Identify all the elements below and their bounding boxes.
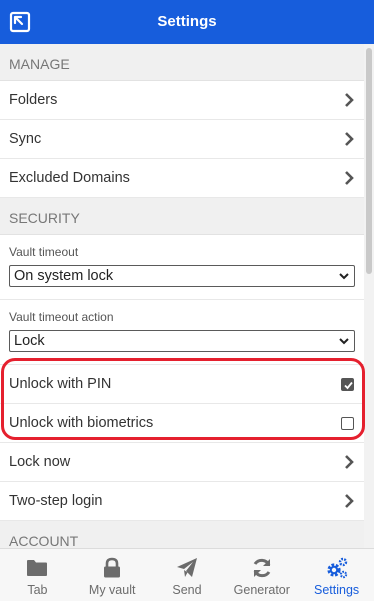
tab-tab[interactable]: Tab xyxy=(0,549,75,601)
paper-plane-icon xyxy=(176,558,197,577)
checkmark-icon xyxy=(344,381,353,390)
tab-my-vault[interactable]: My vault xyxy=(75,549,150,601)
settings-item-unlock-pin[interactable]: Unlock with PIN xyxy=(0,365,364,404)
tab-label: Settings xyxy=(314,583,360,597)
vault-timeout-action-value: Lock xyxy=(14,333,45,349)
section-heading-security: SECURITY xyxy=(0,198,364,235)
cogs-icon xyxy=(326,557,347,579)
folder-icon xyxy=(27,560,48,576)
tab-label: Generator xyxy=(233,583,290,597)
section-heading-account: ACCOUNT xyxy=(0,521,364,548)
item-label: Folders xyxy=(9,92,58,108)
settings-item-two-step-login[interactable]: Two-step login xyxy=(0,482,364,521)
item-label: Sync xyxy=(9,131,42,147)
scrollbar-thumb[interactable] xyxy=(366,48,372,274)
bottom-nav: Tab My vault Send Generator Settings xyxy=(0,548,374,601)
section-heading-manage: MANAGE xyxy=(0,44,364,81)
tab-label: My vault xyxy=(88,583,136,597)
settings-item-sync[interactable]: Sync xyxy=(0,120,364,159)
vault-timeout-action-field: Vault timeout action Lock xyxy=(0,300,364,365)
header-bar: Settings xyxy=(0,0,374,44)
settings-item-lock-now[interactable]: Lock now xyxy=(0,443,364,482)
chevron-right-icon xyxy=(345,132,354,146)
refresh-icon xyxy=(253,558,271,578)
item-label: Unlock with PIN xyxy=(9,376,112,392)
scrollbar[interactable] xyxy=(364,44,374,548)
chevron-down-icon xyxy=(339,273,349,280)
vault-timeout-action-select[interactable]: Lock xyxy=(9,330,355,352)
settings-item-folders[interactable]: Folders xyxy=(0,81,364,120)
page-title: Settings xyxy=(157,13,217,30)
vault-timeout-field: Vault timeout On system lock xyxy=(0,235,364,300)
item-label: Unlock with biometrics xyxy=(9,415,154,431)
tab-label: Tab xyxy=(27,583,48,597)
chevron-right-icon xyxy=(345,455,354,469)
settings-item-excluded-domains[interactable]: Excluded Domains xyxy=(0,159,364,198)
vault-timeout-select[interactable]: On system lock xyxy=(9,265,355,287)
chevron-right-icon xyxy=(345,171,354,185)
unlock-pin-checkbox[interactable] xyxy=(341,378,354,391)
vault-timeout-value: On system lock xyxy=(14,268,114,284)
chevron-right-icon xyxy=(345,93,354,107)
settings-item-unlock-biometrics[interactable]: Unlock with biometrics xyxy=(0,404,364,443)
tab-settings[interactable]: Settings xyxy=(299,549,374,601)
chevron-down-icon xyxy=(339,338,349,345)
lock-icon xyxy=(104,557,121,578)
chevron-right-icon xyxy=(345,494,354,508)
unlock-biometrics-checkbox[interactable] xyxy=(341,417,354,430)
item-label: Two-step login xyxy=(9,493,103,509)
item-label: Lock now xyxy=(9,454,71,470)
tab-send[interactable]: Send xyxy=(150,549,225,601)
item-label: Excluded Domains xyxy=(9,170,130,186)
vault-timeout-action-label: Vault timeout action xyxy=(9,310,114,324)
settings-content: MANAGE Folders Sync Excluded Domains SEC… xyxy=(0,44,364,548)
vault-timeout-label: Vault timeout xyxy=(9,245,79,259)
tab-label: Send xyxy=(172,583,202,597)
tab-generator[interactable]: Generator xyxy=(224,549,299,601)
